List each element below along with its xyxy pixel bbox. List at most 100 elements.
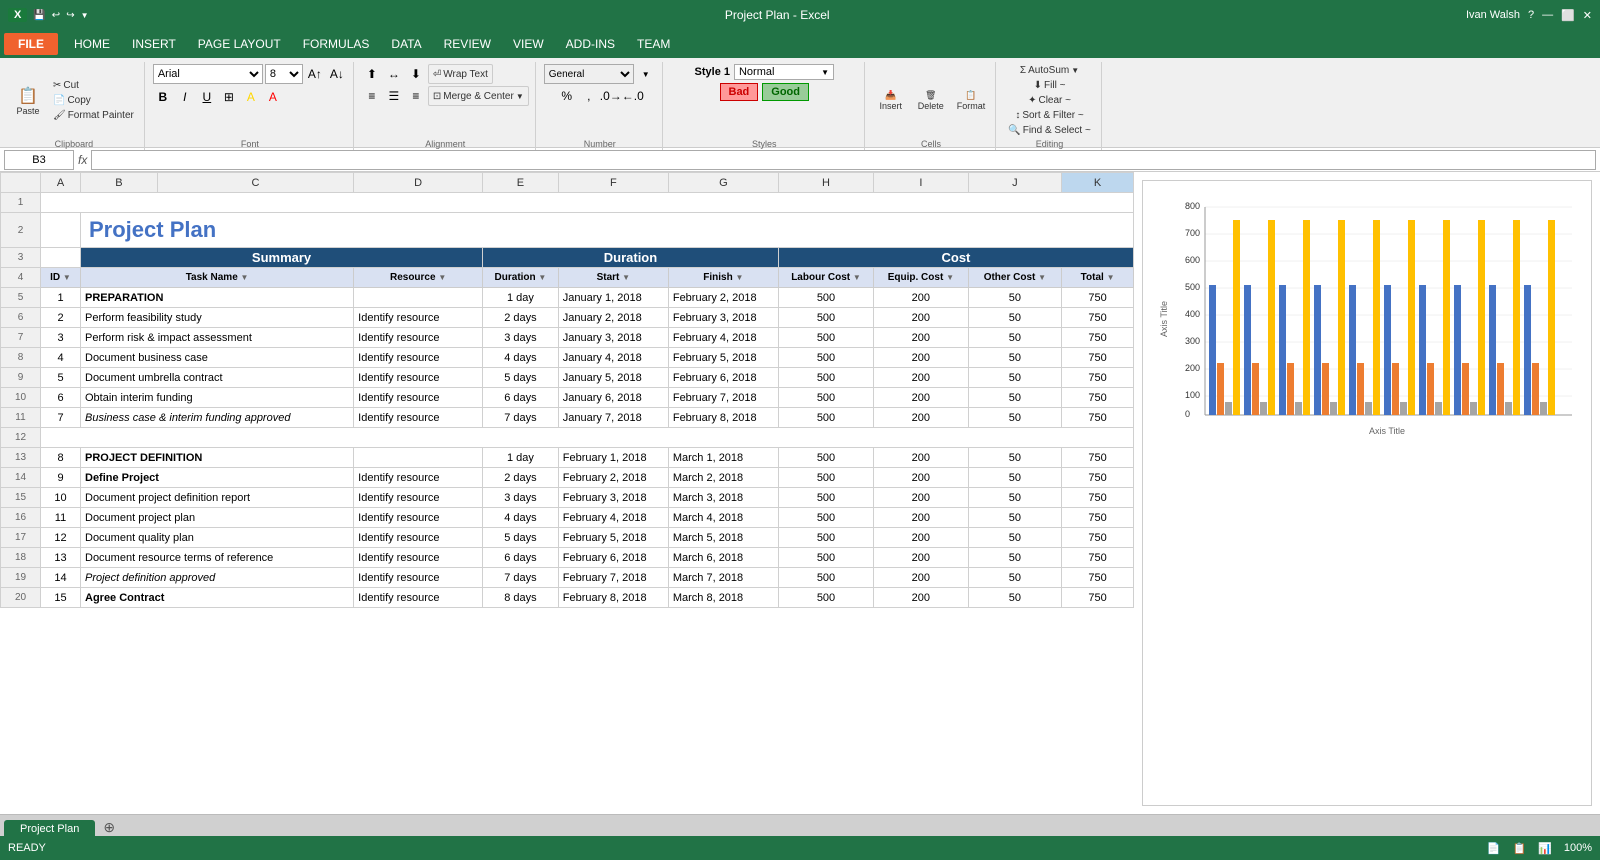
cell-dur-19[interactable]: 7 days [483, 568, 559, 588]
cell-labour-16[interactable]: 500 [778, 508, 873, 528]
cell-total-19[interactable]: 750 [1062, 568, 1134, 588]
cell-start-6[interactable]: January 2, 2018 [558, 308, 668, 328]
align-center-btn[interactable]: ☰ [384, 86, 404, 106]
cell-dur-10[interactable]: 6 days [483, 388, 559, 408]
align-middle-btn[interactable]: ↔ [384, 64, 404, 84]
review-menu[interactable]: REVIEW [434, 34, 501, 54]
border-button[interactable]: ⊞ [219, 87, 239, 107]
view-layout-icon[interactable]: 📋 [1512, 842, 1526, 855]
cell-start-16[interactable]: February 4, 2018 [558, 508, 668, 528]
font-family-select[interactable]: Arial [153, 64, 263, 84]
cell-dur-14[interactable]: 2 days [483, 468, 559, 488]
cell-id-13[interactable]: 8 [41, 448, 81, 468]
restore-btn[interactable]: ⬜ [1561, 9, 1575, 22]
cell-equip-19[interactable]: 200 [874, 568, 968, 588]
cell-start-7[interactable]: January 3, 2018 [558, 328, 668, 348]
team-menu[interactable]: TEAM [627, 34, 680, 54]
cell-empty-12[interactable] [41, 428, 1134, 448]
close-btn[interactable]: ✕ [1583, 9, 1592, 22]
cell-reference-box[interactable] [4, 150, 74, 170]
format-button[interactable]: 📋 Format [953, 88, 990, 113]
cell-task-9[interactable]: Document umbrella contract [81, 368, 354, 388]
cell-start-19[interactable]: February 7, 2018 [558, 568, 668, 588]
quick-save[interactable]: 💾 [33, 10, 45, 21]
decrease-font-btn[interactable]: A↓ [327, 64, 347, 84]
cell-start-10[interactable]: January 6, 2018 [558, 388, 668, 408]
cell-task-6[interactable]: Perform feasibility study [81, 308, 354, 328]
cell-a2[interactable] [41, 213, 81, 248]
cell-res-19[interactable]: Identify resource [354, 568, 483, 588]
cell-labour-11[interactable]: 500 [778, 408, 873, 428]
copy-button[interactable]: 📄 Copy [49, 94, 138, 107]
cell-task-20[interactable]: Agree Contract [81, 588, 354, 608]
cell-res-18[interactable]: Identify resource [354, 548, 483, 568]
cell-task-15[interactable]: Document project definition report [81, 488, 354, 508]
cell-start-20[interactable]: February 8, 2018 [558, 588, 668, 608]
cell-res-7[interactable]: Identify resource [354, 328, 483, 348]
cell-start-5[interactable]: January 1, 2018 [558, 288, 668, 308]
col-e[interactable]: E [483, 173, 559, 193]
minimize-btn[interactable]: — [1542, 9, 1553, 21]
cell-start-11[interactable]: January 7, 2018 [558, 408, 668, 428]
cell-start-17[interactable]: February 5, 2018 [558, 528, 668, 548]
cell-total-14[interactable]: 750 [1062, 468, 1134, 488]
cell-labour-7[interactable]: 500 [778, 328, 873, 348]
cell-finish-16[interactable]: March 4, 2018 [668, 508, 778, 528]
cell-equip-14[interactable]: 200 [874, 468, 968, 488]
normal-style-box[interactable]: Normal ▼ [734, 64, 834, 80]
cell-id-17[interactable]: 12 [41, 528, 81, 548]
cell-id-19[interactable]: 14 [41, 568, 81, 588]
cell-equip-18[interactable]: 200 [874, 548, 968, 568]
cell-finish-15[interactable]: March 3, 2018 [668, 488, 778, 508]
cell-start-15[interactable]: February 3, 2018 [558, 488, 668, 508]
cell-dur-11[interactable]: 7 days [483, 408, 559, 428]
cell-task-11[interactable]: Business case & interim funding approved [81, 408, 354, 428]
cell-labour-6[interactable]: 500 [778, 308, 873, 328]
cell-other-13[interactable]: 50 [968, 448, 1062, 468]
number-format-dropdown[interactable]: ▼ [636, 64, 656, 84]
cell-total-16[interactable]: 750 [1062, 508, 1134, 528]
find-select-button[interactable]: 🔍 Find & Select ~ [1004, 124, 1095, 137]
cell-finish-18[interactable]: March 6, 2018 [668, 548, 778, 568]
cell-total-17[interactable]: 750 [1062, 528, 1134, 548]
view-menu[interactable]: VIEW [503, 34, 554, 54]
cell-res-16[interactable]: Identify resource [354, 508, 483, 528]
align-right-btn[interactable]: ≡ [406, 86, 426, 106]
insert-button[interactable]: 📥 Insert [873, 88, 909, 113]
cell-dur-20[interactable]: 8 days [483, 588, 559, 608]
decrease-decimal-btn[interactable]: ←.0 [623, 86, 643, 106]
view-normal-icon[interactable]: 📄 [1487, 842, 1501, 855]
quick-dropdown[interactable]: ▼ [81, 11, 89, 20]
align-left-btn[interactable]: ≡ [362, 86, 382, 106]
fill-button[interactable]: ⬇ Fill ~ [1030, 79, 1070, 92]
col-i[interactable]: I [874, 173, 968, 193]
col-k[interactable]: K [1062, 173, 1134, 193]
cell-id-11[interactable]: 7 [41, 408, 81, 428]
cell-labour-17[interactable]: 500 [778, 528, 873, 548]
cell-equip-7[interactable]: 200 [874, 328, 968, 348]
cell-other-6[interactable]: 50 [968, 308, 1062, 328]
cell-total-13[interactable]: 750 [1062, 448, 1134, 468]
project-title-cell[interactable]: Project Plan [81, 213, 1134, 248]
cell-res-10[interactable]: Identify resource [354, 388, 483, 408]
cell-id-5[interactable]: 1 [41, 288, 81, 308]
cell-other-10[interactable]: 50 [968, 388, 1062, 408]
cell-finish-7[interactable]: February 4, 2018 [668, 328, 778, 348]
cell-dur-7[interactable]: 3 days [483, 328, 559, 348]
cell-res-13[interactable] [354, 448, 483, 468]
cell-other-17[interactable]: 50 [968, 528, 1062, 548]
cell-dur-6[interactable]: 2 days [483, 308, 559, 328]
cell-task-5[interactable]: PREPARATION [81, 288, 354, 308]
cell-other-16[interactable]: 50 [968, 508, 1062, 528]
cell-labour-15[interactable]: 500 [778, 488, 873, 508]
cell-equip-16[interactable]: 200 [874, 508, 968, 528]
cell-total-15[interactable]: 750 [1062, 488, 1134, 508]
cell-dur-5[interactable]: 1 day [483, 288, 559, 308]
cell-equip-17[interactable]: 200 [874, 528, 968, 548]
cell-finish-19[interactable]: March 7, 2018 [668, 568, 778, 588]
cell-other-11[interactable]: 50 [968, 408, 1062, 428]
cell-task-13[interactable]: PROJECT DEFINITION [81, 448, 354, 468]
cell-other-9[interactable]: 50 [968, 368, 1062, 388]
cell-equip-20[interactable]: 200 [874, 588, 968, 608]
cell-labour-5[interactable]: 500 [778, 288, 873, 308]
